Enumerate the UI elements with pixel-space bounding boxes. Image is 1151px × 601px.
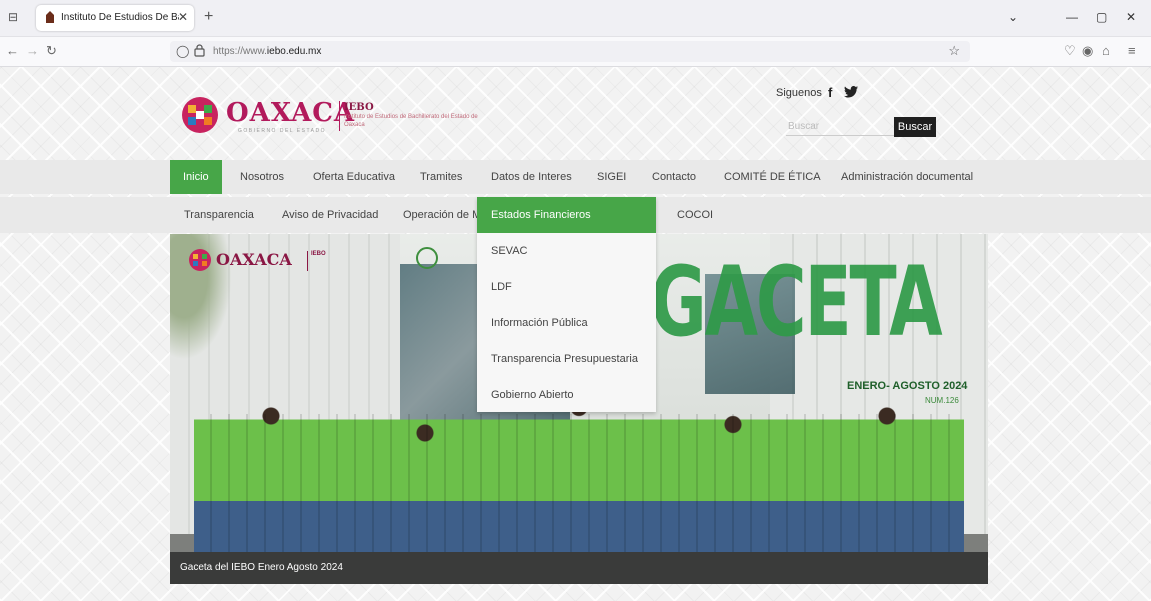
forward-icon[interactable]: → bbox=[26, 44, 39, 58]
facebook-icon[interactable]: f bbox=[828, 85, 832, 100]
menu-item-comite-de-etica[interactable]: COMITÉ DE ÉTICA bbox=[724, 160, 821, 194]
app-menu-icon[interactable]: ≡ bbox=[1128, 44, 1136, 58]
hero-logo-divider bbox=[307, 251, 308, 271]
oaxaca-iebo-logo[interactable]: OAXACA GOBIERNO DEL ESTADO IEBO Institut… bbox=[180, 93, 490, 137]
hero-caption: Gaceta del IEBO Enero Agosto 2024 bbox=[180, 562, 343, 573]
twitter-icon[interactable] bbox=[844, 86, 858, 98]
dropdown-item-estados-financieros[interactable]: Estados Financieros bbox=[477, 197, 656, 233]
browser-nav-bar: ← → ↻ ◯ https://www.iebo.edu.mx ☆ ♡ ◉ ⌂ … bbox=[0, 37, 1151, 67]
menu-item-cocoi[interactable]: COCOI bbox=[677, 197, 713, 231]
oaxaca-emblem-icon bbox=[182, 97, 218, 133]
menu-item-datos-de-interes[interactable]: Datos de Interes bbox=[491, 160, 572, 194]
hero-logo-text: OAXACA bbox=[216, 250, 292, 269]
logo-fullname: Instituto de Estudios de Bachillerato de… bbox=[344, 114, 478, 128]
dropdown-item-transparencia-presupuestaria[interactable]: Transparencia Presupuestaria bbox=[477, 341, 656, 377]
site-favicon-icon bbox=[46, 11, 54, 23]
dropdown-item-sevac[interactable]: SEVAC bbox=[477, 233, 656, 269]
browser-tab[interactable]: Instituto De Estudios De Bachill ✕ bbox=[36, 5, 194, 31]
tab-list-icon[interactable]: ⊟ bbox=[6, 10, 20, 24]
bookmark-star-icon[interactable]: ☆ bbox=[948, 43, 960, 59]
lock-icon[interactable] bbox=[194, 44, 205, 57]
gaceta-number: NUM.126 bbox=[925, 396, 959, 405]
back-icon[interactable]: ← bbox=[6, 44, 19, 58]
logo-divider bbox=[339, 101, 340, 131]
menu-item-aviso-de-privacidad[interactable]: Aviso de Privacidad bbox=[282, 197, 378, 231]
reload-icon[interactable]: ↻ bbox=[46, 44, 57, 58]
menu-item-inicio[interactable]: Inicio bbox=[170, 160, 222, 194]
logo-text: OAXACA bbox=[226, 98, 356, 128]
account-icon[interactable]: ◉ bbox=[1082, 44, 1093, 58]
close-tab-icon[interactable]: ✕ bbox=[178, 10, 188, 24]
main-menu-row-1: Inicio Nosotros Oferta Educativa Tramite… bbox=[0, 160, 1151, 194]
pocket-icon[interactable]: ♡ bbox=[1064, 44, 1076, 58]
logo-acronym: IEBO bbox=[344, 102, 374, 113]
dropdown-item-ldf[interactable]: LDF bbox=[477, 269, 656, 305]
social-links: Siguenos f bbox=[776, 85, 858, 100]
hero-emblem-icon bbox=[189, 249, 211, 271]
webpage: OAXACA GOBIERNO DEL ESTADO IEBO Institut… bbox=[0, 67, 1151, 601]
extensions-icon[interactable]: ⌂ bbox=[1102, 44, 1110, 58]
menu-item-tramites[interactable]: Tramites bbox=[420, 160, 462, 194]
social-label: Siguenos bbox=[776, 87, 822, 99]
dropdown-item-informacion-publica[interactable]: Información Pública bbox=[477, 305, 656, 341]
gaceta-title: GACETA bbox=[650, 246, 943, 358]
menu-item-contacto[interactable]: Contacto bbox=[652, 160, 696, 194]
tracking-shield-icon[interactable]: ◯ bbox=[176, 44, 189, 58]
browser-tab-bar: ⊟ Instituto De Estudios De Bachill ✕ + ⌄… bbox=[0, 0, 1151, 37]
hero-logo-acronym: IEBO bbox=[311, 251, 326, 257]
hero-oaxaca-logo: OAXACA IEBO bbox=[188, 248, 388, 276]
menu-item-transparencia[interactable]: Transparencia bbox=[184, 197, 254, 231]
logo-subtitle: GOBIERNO DEL ESTADO bbox=[238, 128, 326, 134]
menu-item-oferta-educativa[interactable]: Oferta Educativa bbox=[313, 160, 395, 194]
menu-item-operacion[interactable]: Operación de M bbox=[403, 197, 481, 231]
gaceta-date: ENERO- AGOSTO 2024 bbox=[847, 380, 968, 392]
search-input[interactable] bbox=[786, 117, 894, 136]
close-window-icon[interactable]: ✕ bbox=[1126, 10, 1136, 24]
menu-item-nosotros[interactable]: Nosotros bbox=[240, 160, 284, 194]
dropdown-item-gobierno-abierto[interactable]: Gobierno Abierto bbox=[477, 377, 656, 413]
list-all-tabs-icon[interactable]: ⌄ bbox=[1008, 10, 1018, 24]
datos-de-interes-dropdown: Estados Financieros SEVAC LDF Informació… bbox=[477, 197, 656, 412]
menu-item-sigei[interactable]: SIGEI bbox=[597, 160, 626, 194]
group-photo-detail bbox=[194, 414, 964, 552]
tab-title: Instituto De Estudios De Bachill bbox=[61, 12, 179, 23]
new-tab-icon[interactable]: + bbox=[204, 9, 213, 25]
menu-item-administracion-documental[interactable]: Administración documental bbox=[841, 160, 973, 194]
maximize-icon[interactable]: ▢ bbox=[1096, 10, 1107, 24]
minimize-icon[interactable]: — bbox=[1066, 10, 1078, 24]
search-button[interactable]: Buscar bbox=[894, 117, 936, 137]
url-text: https://www.iebo.edu.mx bbox=[213, 46, 322, 57]
iebo-seal-icon bbox=[416, 247, 438, 269]
hero-caption-bar: Gaceta del IEBO Enero Agosto 2024 bbox=[170, 552, 988, 584]
address-bar[interactable]: ◯ https://www.iebo.edu.mx ☆ bbox=[170, 41, 970, 62]
